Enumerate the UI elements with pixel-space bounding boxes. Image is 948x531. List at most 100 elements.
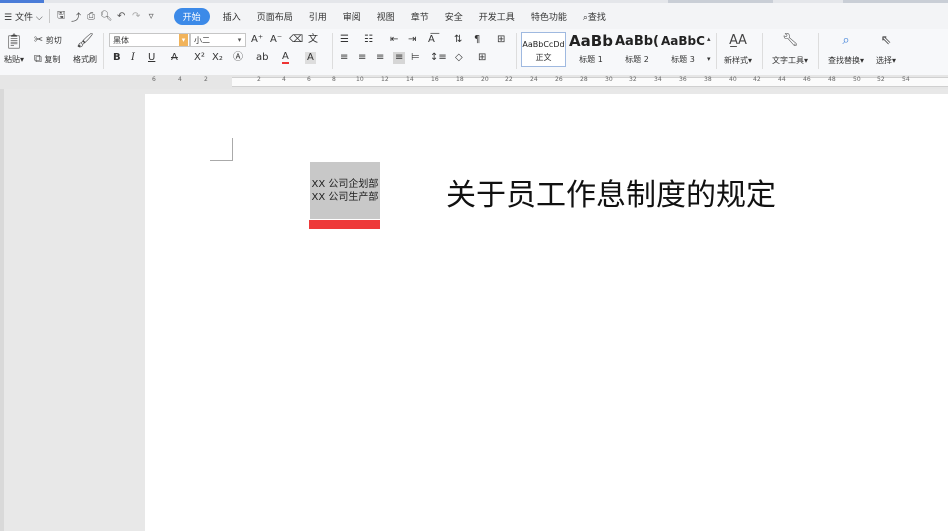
chevron-down-icon: ▾ <box>803 56 808 65</box>
ruler-number: 18 <box>456 76 464 83</box>
copy-icon: ⧉ <box>34 52 42 65</box>
ruler-number: 54 <box>902 76 910 83</box>
superscript-icon[interactable]: X² <box>194 52 205 64</box>
export-icon[interactable]: ⤴ <box>69 9 84 24</box>
increase-indent-icon[interactable]: ⇥ <box>408 34 416 46</box>
font-name-select[interactable]: 黑体 ▾ <box>109 33 190 47</box>
ruler-number: 42 <box>753 76 761 83</box>
decrease-indent-icon[interactable]: ⇤ <box>390 34 398 46</box>
style-normal[interactable]: AaBbCcDd 正文 <box>521 32 566 67</box>
ruler-number: 36 <box>679 76 687 83</box>
align-center-icon[interactable]: ≡ <box>358 52 366 64</box>
text-tools-label: 文字工具 <box>771 56 804 65</box>
ruler-number: 30 <box>605 76 613 83</box>
tab-developer[interactable]: 开发工具 <box>471 10 523 23</box>
ruler-number: 34 <box>654 76 662 83</box>
font-color-icon[interactable]: A <box>282 52 289 64</box>
font-size-select[interactable]: 小二 ▾ <box>190 33 246 47</box>
document-page[interactable] <box>145 94 948 531</box>
red-header-bar <box>309 220 380 229</box>
ruler-number: 44 <box>778 76 786 83</box>
search-button[interactable]: ⌕查找 <box>575 10 614 23</box>
distributed-icon[interactable]: ⊨ <box>411 52 420 64</box>
vertical-ruler[interactable] <box>0 89 4 531</box>
tab-view[interactable]: 视图 <box>369 10 403 23</box>
style-sample: AaBbC( <box>661 34 705 48</box>
text-effect-icon[interactable]: Ⓐ <box>233 52 243 64</box>
align-right-icon[interactable]: ≡ <box>376 52 384 64</box>
ruler-number: 26 <box>555 76 563 83</box>
tab-page-layout[interactable]: 页面布局 <box>249 10 301 23</box>
show-hide-marks-icon[interactable]: ¶ <box>474 34 480 46</box>
tab-insert[interactable]: 插入 <box>215 10 249 23</box>
style-heading-3[interactable]: AaBbC( 标题 3 <box>661 32 705 67</box>
numbered-list-icon[interactable]: ☷ <box>364 34 373 46</box>
select-button[interactable]: ⇖ 选择▾ <box>872 32 900 66</box>
save-icon[interactable]: 🖫 <box>54 8 69 25</box>
copy-button[interactable]: ⧉ 复制 <box>34 53 60 65</box>
file-menu-button[interactable]: ☰ 文件 ⌵ <box>0 10 45 23</box>
tab-home[interactable]: 开始 <box>173 7 210 25</box>
new-style-button[interactable]: A̲A 新样式▾ <box>721 32 755 66</box>
shrink-font-icon[interactable]: A⁻ <box>270 34 282 46</box>
divider <box>716 33 717 69</box>
redo-icon[interactable]: ↷ <box>129 11 144 22</box>
divider <box>818 33 819 69</box>
cut-button[interactable]: ✂ 剪切 <box>34 34 62 46</box>
subscript-icon[interactable]: X₂ <box>212 52 223 64</box>
bold-icon[interactable]: B <box>113 52 121 64</box>
justify-icon[interactable]: ≡ <box>393 52 406 64</box>
cut-label: 剪切 <box>45 36 62 45</box>
table-border-icon[interactable]: ⊞ <box>497 34 505 46</box>
select-label: 选择 <box>875 56 892 65</box>
tab-section[interactable]: 章节 <box>403 10 437 23</box>
ruler-number: 32 <box>629 76 637 83</box>
gallery-scroll-up-icon[interactable]: ▴ <box>707 33 711 45</box>
style-heading-1[interactable]: AaBb 标题 1 <box>569 32 613 67</box>
font-name-value: 黑体 <box>113 36 129 45</box>
department-text-box[interactable]: XX 公司企划部 XX 公司生产部 <box>310 162 380 219</box>
chevron-down-icon: ▾ <box>20 55 25 64</box>
ruler-number: 14 <box>406 76 414 83</box>
style-heading-2[interactable]: AaBb( 标题 2 <box>615 32 659 67</box>
text-tools-button[interactable]: 🔧︎ 文字工具▾ <box>768 32 812 66</box>
find-replace-button[interactable]: ⌕ 查找替换▾ <box>823 32 869 66</box>
ruler-number: 48 <box>828 76 836 83</box>
clear-format-icon[interactable]: ⌫ <box>289 34 303 46</box>
gallery-more-icon[interactable]: ▾ <box>707 53 711 65</box>
chevron-down-icon: ⌵ <box>35 12 43 23</box>
tab-security[interactable]: 安全 <box>437 10 471 23</box>
phonetic-guide-icon[interactable]: 文 <box>308 34 318 46</box>
style-name: 正文 <box>535 53 552 62</box>
style-sample: AaBb( <box>615 34 659 49</box>
print-preview-icon[interactable]: 🔍︎ <box>99 11 114 22</box>
tab-review[interactable]: 审阅 <box>335 10 369 23</box>
character-shading-icon[interactable]: A <box>305 52 316 64</box>
brush-icon: 🖌︎ <box>76 33 94 49</box>
align-left-icon[interactable]: ≡ <box>340 52 348 64</box>
bullet-list-icon[interactable]: ☰ <box>340 34 349 46</box>
strikethrough-icon[interactable]: A <box>171 52 178 64</box>
sort-icon[interactable]: ⇅ <box>454 34 462 46</box>
ruler-number: 6 <box>152 76 156 83</box>
document-title[interactable]: 关于员工作息制度的规定 <box>446 170 776 214</box>
wrench-icon: 🔧︎ <box>781 33 799 48</box>
highlight-icon[interactable]: ab <box>256 52 268 64</box>
tab-special-features[interactable]: 特色功能 <box>523 10 575 23</box>
line-spacing-icon[interactable]: ↕≡ <box>430 52 447 64</box>
copy-label: 复制 <box>44 55 61 64</box>
customize-quick-access-icon[interactable]: ▿ <box>144 11 159 22</box>
italic-icon[interactable]: I <box>131 52 135 64</box>
fill-color-icon[interactable]: ◇ <box>455 52 463 64</box>
tab-references[interactable]: 引用 <box>301 10 335 23</box>
ruler-number: 12 <box>381 76 389 83</box>
underline-icon[interactable]: U <box>148 52 155 64</box>
print-icon[interactable]: ⎙ <box>84 11 99 22</box>
paste-button[interactable]: 📋︎ 粘贴▾ <box>4 32 24 65</box>
grow-font-icon[interactable]: A⁺ <box>251 34 263 46</box>
ruler-number: 16 <box>431 76 439 83</box>
undo-icon[interactable]: ↶ <box>114 11 129 22</box>
borders-icon[interactable]: ⊞ <box>478 52 486 64</box>
format-painter-button[interactable]: 🖌︎ 格式刷 <box>72 32 98 65</box>
chinese-layout-icon[interactable]: A͞ <box>428 34 435 46</box>
